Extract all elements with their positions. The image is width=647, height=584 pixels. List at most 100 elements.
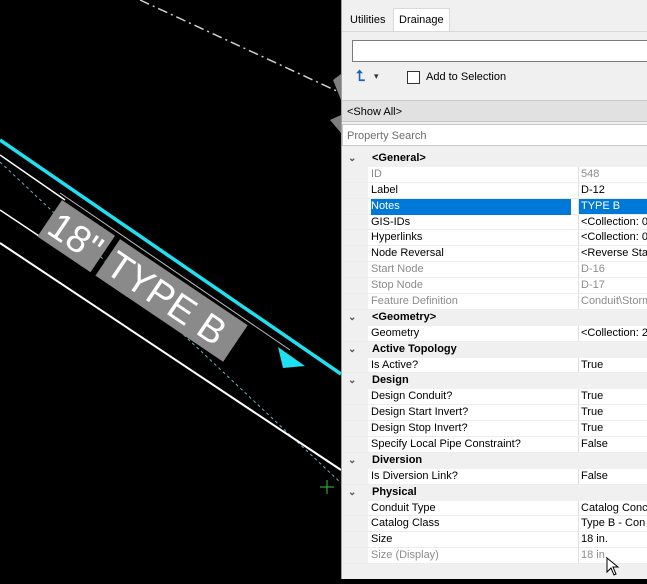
label-type-text: TYPE B: [98, 244, 234, 354]
property-row[interactable]: GIS-IDs <Collection: 0: [342, 214, 647, 231]
edge-wedge-2: [330, 115, 341, 133]
property-value[interactable]: False: [578, 437, 647, 452]
property-name: Design Start Invert?: [371, 406, 469, 419]
property-category[interactable]: ⌄ <Geometry>: [342, 309, 647, 326]
add-to-selection-checkbox[interactable]: [407, 71, 420, 84]
collapse-chevron-icon[interactable]: ⌄: [348, 373, 356, 389]
property-name: Conduit Type: [371, 501, 436, 514]
selection-combo[interactable]: [352, 40, 647, 62]
property-row[interactable]: Conduit Type Catalog Conc: [342, 500, 647, 517]
property-value[interactable]: True: [578, 357, 647, 373]
property-row[interactable]: ID 548: [342, 166, 647, 183]
row-gutter: [342, 532, 368, 548]
row-gutter: [342, 325, 368, 341]
property-row[interactable]: Size (Display) 18 in.: [342, 548, 647, 565]
show-all-dropdown[interactable]: <Show All>: [342, 100, 647, 122]
property-name: Is Active?: [371, 358, 419, 371]
row-gutter: [342, 516, 368, 532]
category-name: Diversion: [372, 453, 423, 466]
property-row[interactable]: Notes TYPE B: [342, 198, 647, 215]
property-row[interactable]: Label D-12: [342, 182, 647, 199]
property-category[interactable]: ⌄ Design: [342, 373, 647, 390]
property-value[interactable]: True: [578, 421, 647, 437]
category-name: <General>: [372, 152, 426, 164]
property-row[interactable]: Specify Local Pipe Constraint? False: [342, 437, 647, 453]
collapse-chevron-icon[interactable]: ⌄: [348, 342, 356, 358]
select-parent-icon[interactable]: ⮤: [356, 68, 365, 85]
property-value[interactable]: True: [578, 389, 647, 405]
category-name: <Geometry>: [372, 310, 437, 323]
property-row[interactable]: Design Conduit? True: [342, 389, 647, 406]
property-row[interactable]: Stop Node D-17: [342, 278, 647, 295]
mouse-cursor-icon: [606, 557, 620, 576]
row-gutter: [342, 214, 368, 230]
property-row[interactable]: Geometry <Collection: 2: [342, 325, 647, 342]
property-search-input[interactable]: Property Search: [342, 124, 647, 146]
property-category[interactable]: ⌄ Diversion: [342, 452, 647, 469]
pipe-line[interactable]: [0, 138, 342, 376]
property-value[interactable]: 18 in.: [578, 532, 647, 548]
property-row[interactable]: Is Active? True: [342, 357, 647, 374]
row-gutter: [342, 548, 368, 564]
property-name: GIS-IDs: [371, 215, 411, 228]
node-marker-icon[interactable]: [320, 480, 334, 494]
property-value[interactable]: 548: [578, 166, 647, 182]
row-gutter: [342, 437, 368, 452]
property-name: Start Node: [371, 263, 424, 276]
property-value[interactable]: True: [578, 405, 647, 421]
property-name: ID: [371, 167, 382, 180]
row-gutter: [342, 246, 368, 262]
property-row[interactable]: Catalog Class Type B - Con: [342, 516, 647, 533]
collapse-chevron-icon[interactable]: ⌄: [348, 453, 356, 469]
property-row[interactable]: Design Stop Invert? True: [342, 421, 647, 438]
property-value[interactable]: TYPE B: [578, 198, 647, 214]
property-name: Is Diversion Link?: [371, 469, 458, 482]
property-row[interactable]: Hyperlinks <Collection: 0: [342, 230, 647, 247]
row-gutter: [342, 182, 368, 198]
property-value[interactable]: D-12: [578, 182, 647, 198]
category-name: Active Topology: [372, 342, 457, 355]
property-value[interactable]: <Collection: 0: [578, 230, 647, 246]
property-name: Label: [371, 183, 398, 196]
property-row[interactable]: Is Diversion Link? False: [342, 468, 647, 485]
property-value[interactable]: Conduit\Storm: [578, 294, 647, 309]
property-row[interactable]: Feature Definition Conduit\Storm: [342, 294, 647, 310]
tab-strip: Utilities Drainage: [342, 8, 647, 32]
row-gutter: [342, 278, 368, 294]
property-value[interactable]: Type B - Con: [578, 516, 647, 532]
add-to-selection-label[interactable]: Add to Selection: [426, 71, 506, 83]
row-gutter: [342, 294, 368, 309]
property-category[interactable]: ⌄ Active Topology: [342, 341, 647, 358]
cad-canvas[interactable]: 18" TYPE B: [0, 0, 342, 579]
tab-drainage[interactable]: Drainage: [393, 8, 450, 31]
property-value[interactable]: <Reverse Sta: [578, 246, 647, 262]
property-name: Geometry: [371, 326, 420, 339]
row-gutter: [342, 405, 368, 421]
property-category[interactable]: ⌄ <General>: [342, 151, 647, 167]
tab-utilities[interactable]: Utilities: [345, 10, 390, 30]
chevron-down-icon[interactable]: ▾: [374, 71, 379, 82]
property-row[interactable]: Node Reversal <Reverse Sta: [342, 246, 647, 263]
row-gutter: [342, 389, 368, 405]
property-value[interactable]: False: [578, 468, 647, 484]
property-name: Design Conduit?: [371, 390, 453, 403]
property-row[interactable]: Start Node D-16: [342, 262, 647, 279]
row-gutter: [342, 357, 368, 373]
property-value[interactable]: <Collection: 0: [578, 214, 647, 230]
property-row[interactable]: Design Start Invert? True: [342, 405, 647, 422]
property-name: Notes: [371, 198, 571, 215]
label-size-text: 18": [40, 205, 110, 271]
collapse-chevron-icon[interactable]: ⌄: [348, 151, 356, 167]
property-value[interactable]: Catalog Conc: [578, 500, 647, 516]
row-gutter: [342, 421, 368, 437]
property-value[interactable]: D-16: [578, 262, 647, 278]
collapse-chevron-icon[interactable]: ⌄: [348, 310, 356, 326]
properties-panel: Utilities Drainage ⮤ ▾ Add to Selection …: [341, 0, 647, 579]
property-row[interactable]: Size 18 in.: [342, 532, 647, 549]
property-value[interactable]: D-17: [578, 278, 647, 294]
collapse-chevron-icon[interactable]: ⌄: [348, 485, 356, 501]
property-category[interactable]: ⌄ Physical: [342, 484, 647, 501]
property-value[interactable]: <Collection: 2: [578, 325, 647, 341]
property-name: Node Reversal: [371, 247, 444, 260]
cad-viewport[interactable]: 18" TYPE B: [0, 0, 342, 579]
